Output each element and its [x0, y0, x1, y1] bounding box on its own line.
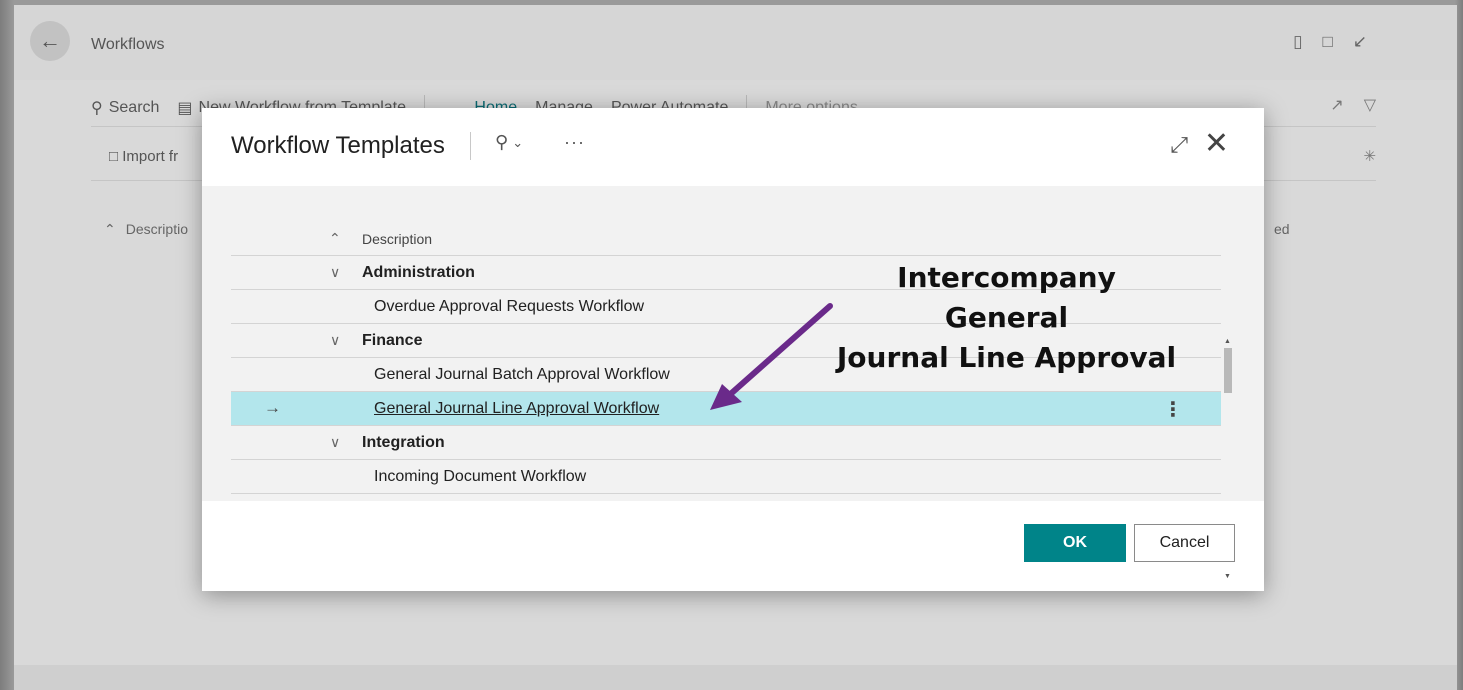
- group-label: Integration: [362, 434, 445, 451]
- scroll-up-icon[interactable]: ▲: [1224, 338, 1231, 345]
- row-indicator-arrow-icon: →: [264, 398, 281, 417]
- page-column-header: ⌃ Descriptio: [104, 221, 188, 238]
- template-label: General Journal Batch Approval Workflow: [374, 366, 670, 383]
- row-actions-icon[interactable]: ⋮: [1163, 397, 1183, 422]
- annotation-line-2: Journal Line Approval: [836, 341, 1177, 374]
- template-row[interactable]: Incoming Document Workflow: [231, 460, 1221, 494]
- action-bar-right-icons: ↗ ▽: [1330, 95, 1376, 115]
- share-icon[interactable]: ↗: [1330, 95, 1343, 115]
- annotation-arrow: [710, 303, 833, 410]
- chevron-down-icon: ⌄: [512, 134, 524, 150]
- grid-header: ⌃ Description: [231, 222, 1221, 256]
- sort-up-icon[interactable]: ⌃: [329, 230, 341, 247]
- import-action[interactable]: Import fr: [122, 148, 178, 165]
- pin-icon[interactable]: ✳: [1363, 147, 1376, 165]
- dialog-header: Workflow Templates ⚲ ⌄ ··· ⤢ ✕: [202, 108, 1264, 186]
- annotation-callout: Intercompany General Journal Line Approv…: [834, 258, 1179, 378]
- annotation-line-1: Intercompany General: [897, 261, 1116, 334]
- more-actions-button[interactable]: ···: [564, 132, 585, 153]
- search-label: Search: [108, 98, 160, 116]
- workflow-templates-dialog: Workflow Templates ⚲ ⌄ ··· ⤢ ✕ ⌃ Descrip…: [202, 108, 1264, 591]
- column-header-description[interactable]: Description: [362, 231, 432, 247]
- page-title: Workflows: [91, 36, 165, 53]
- open-new-window-icon[interactable]: □: [1322, 32, 1332, 52]
- page-column-header-right: ed: [1274, 221, 1290, 237]
- search-action[interactable]: ⚲ Search: [91, 98, 159, 118]
- page-topbar: ← Workflows ▯ □ ↙: [14, 5, 1457, 80]
- dialog-title: Workflow Templates: [231, 132, 445, 159]
- template-label: Incoming Document Workflow: [374, 468, 587, 485]
- cancel-button[interactable]: Cancel: [1134, 524, 1235, 562]
- page-footer: [14, 665, 1457, 690]
- back-button[interactable]: ←: [30, 21, 70, 61]
- dialog-search-button[interactable]: ⚲ ⌄: [495, 132, 523, 153]
- back-arrow-icon: ←: [39, 28, 61, 53]
- chevron-down-icon[interactable]: ∨: [330, 434, 340, 451]
- group-label: Administration: [362, 264, 475, 281]
- import-icon: □: [109, 148, 119, 165]
- filter-icon[interactable]: ▽: [1364, 95, 1376, 115]
- close-icon[interactable]: ✕: [1204, 126, 1229, 161]
- page-top-icons: ▯ □ ↙: [1293, 32, 1367, 52]
- template-label[interactable]: General Journal Line Approval Workflow: [374, 400, 659, 418]
- group-label: Finance: [362, 332, 423, 349]
- template-label: Overdue Approval Requests Workflow: [374, 298, 645, 315]
- dialog-footer: OK Cancel: [202, 501, 1264, 591]
- collapse-icon[interactable]: ↙: [1353, 32, 1367, 52]
- sort-up-icon: ⌃: [104, 221, 116, 237]
- chevron-down-icon[interactable]: ∨: [330, 264, 340, 281]
- template-icon: ▤: [177, 99, 193, 117]
- expand-icon[interactable]: ⤢: [1170, 132, 1188, 158]
- ok-button[interactable]: OK: [1024, 524, 1126, 562]
- scrollbar-thumb[interactable]: [1224, 348, 1232, 393]
- search-icon: ⚲: [495, 132, 509, 152]
- chevron-down-icon[interactable]: ∨: [330, 332, 340, 349]
- column-description-label: Descriptio: [125, 221, 188, 237]
- divider: [470, 132, 471, 160]
- group-row[interactable]: ∨ Integration: [231, 426, 1221, 460]
- search-icon: ⚲: [91, 99, 103, 117]
- bookmark-icon[interactable]: ▯: [1293, 32, 1302, 52]
